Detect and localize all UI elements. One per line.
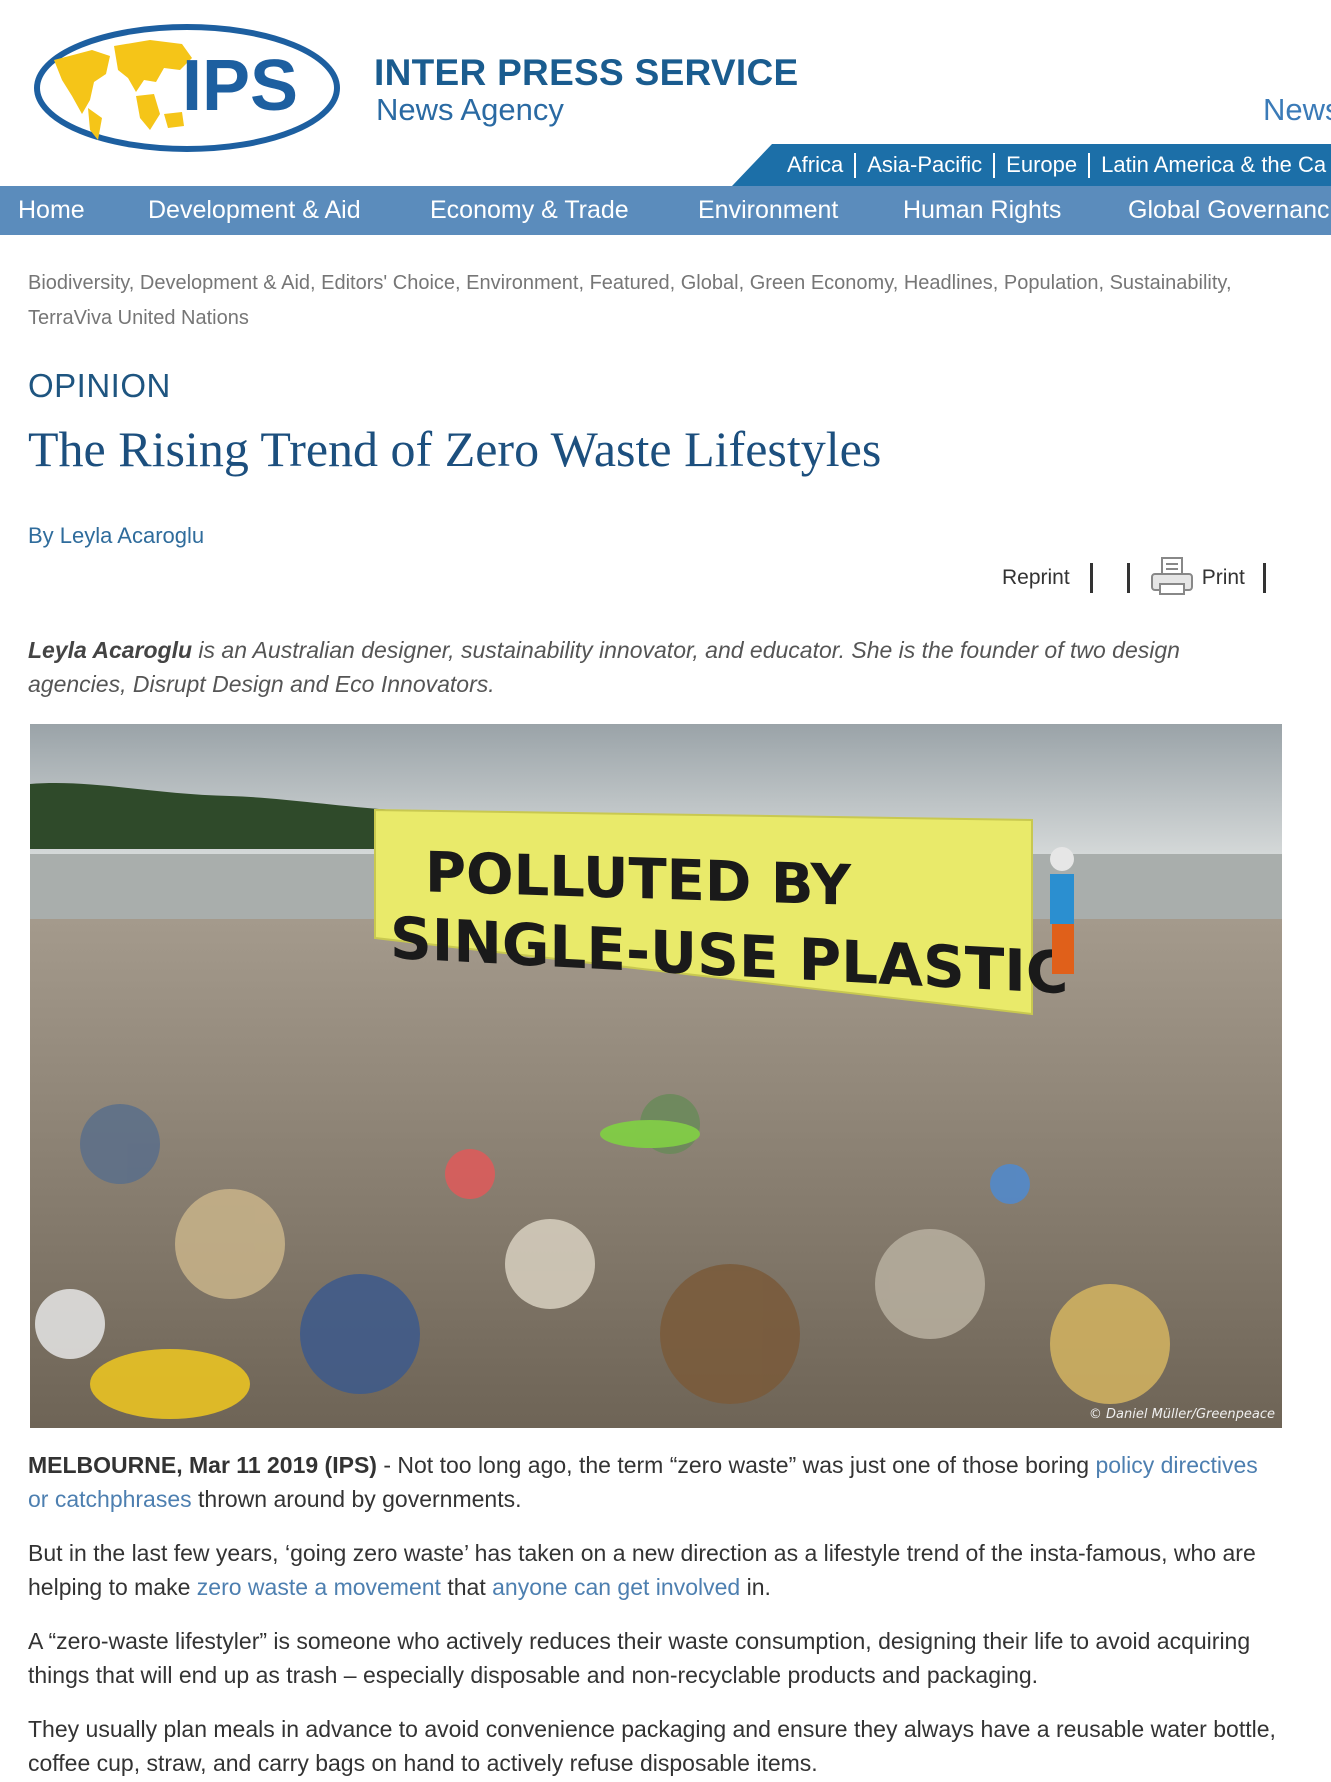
region-europe[interactable]: Europe (995, 152, 1088, 178)
nav-human-rights[interactable]: Human Rights (903, 196, 1061, 225)
paragraph-text: in. (740, 1574, 771, 1600)
tool-divider (1126, 563, 1130, 593)
banner-text-line1: POLLUTED BY (425, 840, 852, 918)
nav-economy-trade[interactable]: Economy & Trade (430, 196, 629, 225)
brand-name[interactable]: INTER PRESS SERVICE (374, 52, 798, 94)
article-kicker: OPINION (28, 367, 171, 404)
category-link[interactable]: Editors' Choice (321, 272, 455, 294)
article-paragraph: They usually plan meals in advance to av… (28, 1716, 1276, 1776)
category-link[interactable]: Featured (590, 272, 670, 294)
main-nav: Home Development & Aid Economy & Trade E… (0, 186, 1331, 235)
tool-divider (1262, 563, 1266, 593)
region-latin-america[interactable]: Latin America & the Ca (1090, 152, 1331, 178)
category-list: Biodiversity, Development & Aid, Editors… (28, 272, 1232, 329)
nav-home[interactable]: Home (18, 196, 85, 225)
article-byline[interactable]: By Leyla Acaroglu (28, 523, 204, 549)
nav-development-aid[interactable]: Development & Aid (148, 196, 361, 225)
author-name: Leyla Acaroglu (28, 637, 193, 663)
printer-icon[interactable] (1150, 556, 1194, 601)
article-title: The Rising Trend of Zero Waste Lifestyle… (28, 421, 882, 477)
category-link[interactable]: TerraViva United Nations (28, 307, 249, 329)
header-news-link[interactable]: News (1263, 92, 1331, 128)
category-link[interactable]: Headlines (904, 272, 993, 294)
article-paragraph: A “zero-waste lifestyler” is someone who… (28, 1628, 1251, 1688)
category-link[interactable]: Environment (466, 272, 578, 294)
print-link[interactable]: Print (1202, 566, 1245, 590)
photo-credit: © Daniel Müller/Greenpeace (1089, 1407, 1275, 1422)
category-link[interactable]: Sustainability (1110, 272, 1226, 294)
author-bio: Leyla Acaroglu is an Australian designer… (28, 633, 1268, 701)
region-nav: Africa Asia-Pacific Europe Latin America… (776, 144, 1331, 186)
category-link[interactable]: Population (1004, 272, 1099, 294)
reprint-link[interactable]: Reprint (1002, 566, 1070, 590)
inline-link[interactable]: zero waste a movement (197, 1574, 441, 1600)
region-asia-pacific[interactable]: Asia-Pacific (856, 152, 993, 178)
inline-link[interactable]: anyone can get involved (492, 1574, 740, 1600)
article-tools: Reprint Print (1002, 556, 1266, 596)
tool-divider (1089, 563, 1093, 593)
dateline: MELBOURNE, Mar 11 2019 (IPS) (28, 1452, 377, 1478)
ips-logo[interactable]: IPS (32, 22, 346, 159)
site-header: IPS INTER PRESS SERVICE News Agency News… (0, 0, 1331, 186)
article-paragraph: But in the last few years, ‘going zero w… (28, 1536, 1278, 1604)
category-link[interactable]: Global (681, 272, 739, 294)
category-link[interactable]: Development & Aid (140, 272, 310, 294)
brand-subtitle: News Agency (376, 92, 564, 127)
paragraph-text: - Not too long ago, the term “zero waste… (376, 1452, 1096, 1478)
hero-image: POLLUTED BY SINGLE-USE PLASTIC © Daniel … (30, 724, 1282, 1428)
paragraph-text: that (440, 1574, 493, 1600)
article-paragraph: MELBOURNE, Mar 11 2019 (IPS) - Not too l… (28, 1448, 1278, 1516)
nav-global-governance[interactable]: Global Governanc (1128, 196, 1330, 225)
nav-environment[interactable]: Environment (698, 196, 838, 225)
region-africa[interactable]: Africa (776, 152, 854, 178)
category-link[interactable]: Green Economy (750, 272, 893, 294)
logo-text: IPS (182, 46, 298, 126)
paragraph-text: thrown around by governments. (191, 1486, 522, 1512)
bio-text: is an Australian designer, sustainabilit… (28, 637, 1180, 697)
category-link[interactable]: Biodiversity (28, 272, 129, 294)
